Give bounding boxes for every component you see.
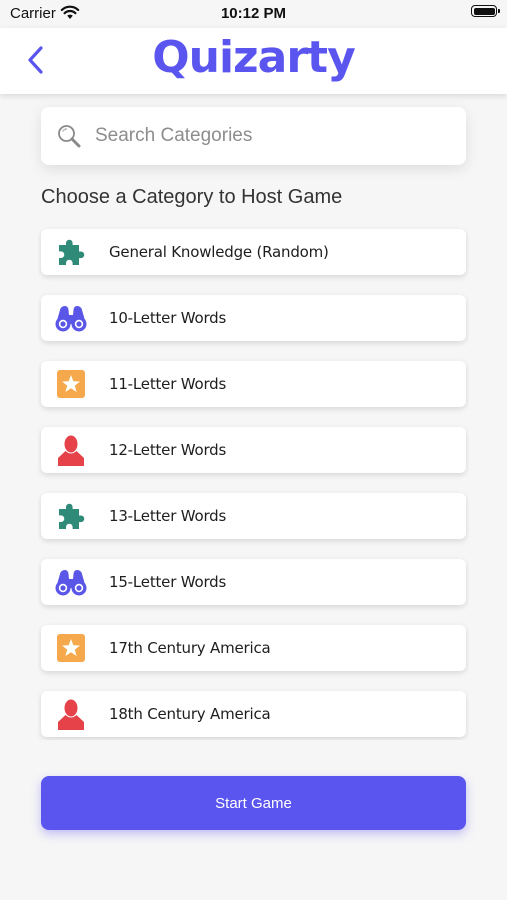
category-label: 13-Letter Words (109, 507, 227, 525)
clock-time: 10:12 PM (220, 5, 287, 22)
status-bar: Carrier 10:12 PM (0, 0, 507, 28)
category-item[interactable]: 11-Letter Words (41, 361, 466, 407)
category-item[interactable]: General Knowledge (Random) (41, 229, 466, 275)
search-input[interactable] (95, 107, 455, 165)
category-label: 17th Century America (109, 639, 271, 657)
puzzle-icon (55, 236, 87, 268)
category-label: General Knowledge (Random) (109, 243, 329, 261)
category-item[interactable]: 13-Letter Words (41, 493, 466, 539)
category-label: 10-Letter Words (109, 309, 227, 327)
binoculars-icon (55, 566, 87, 598)
category-label: 11-Letter Words (109, 375, 227, 393)
category-list[interactable]: General Knowledge (Random) 10-Letter Word… (38, 224, 469, 740)
binoculars-icon (55, 302, 87, 334)
person-icon (55, 698, 87, 730)
app-logo: Quizarty (0, 32, 507, 83)
search-box[interactable] (41, 107, 466, 165)
category-item[interactable]: 17th Century America (41, 625, 466, 671)
category-label: 12-Letter Words (109, 441, 227, 459)
person-icon (55, 434, 87, 466)
star-icon (55, 368, 87, 400)
star-icon (55, 632, 87, 664)
category-item[interactable]: 18th Century America (41, 691, 466, 737)
category-label: 18th Century America (109, 705, 271, 723)
logo-text: Quizarty (152, 32, 356, 83)
category-item[interactable]: 12-Letter Words (41, 427, 466, 473)
start-game-button[interactable]: Start Game (41, 776, 466, 830)
battery-icon (471, 5, 500, 17)
search-icon (56, 123, 82, 154)
category-item[interactable]: 15-Letter Words (41, 559, 466, 605)
puzzle-icon (55, 500, 87, 532)
category-item[interactable]: 10-Letter Words (41, 295, 466, 341)
section-title: Choose a Category to Host Game (41, 186, 343, 208)
category-label: 15-Letter Words (109, 573, 227, 591)
nav-bar: Quizarty (0, 28, 507, 94)
